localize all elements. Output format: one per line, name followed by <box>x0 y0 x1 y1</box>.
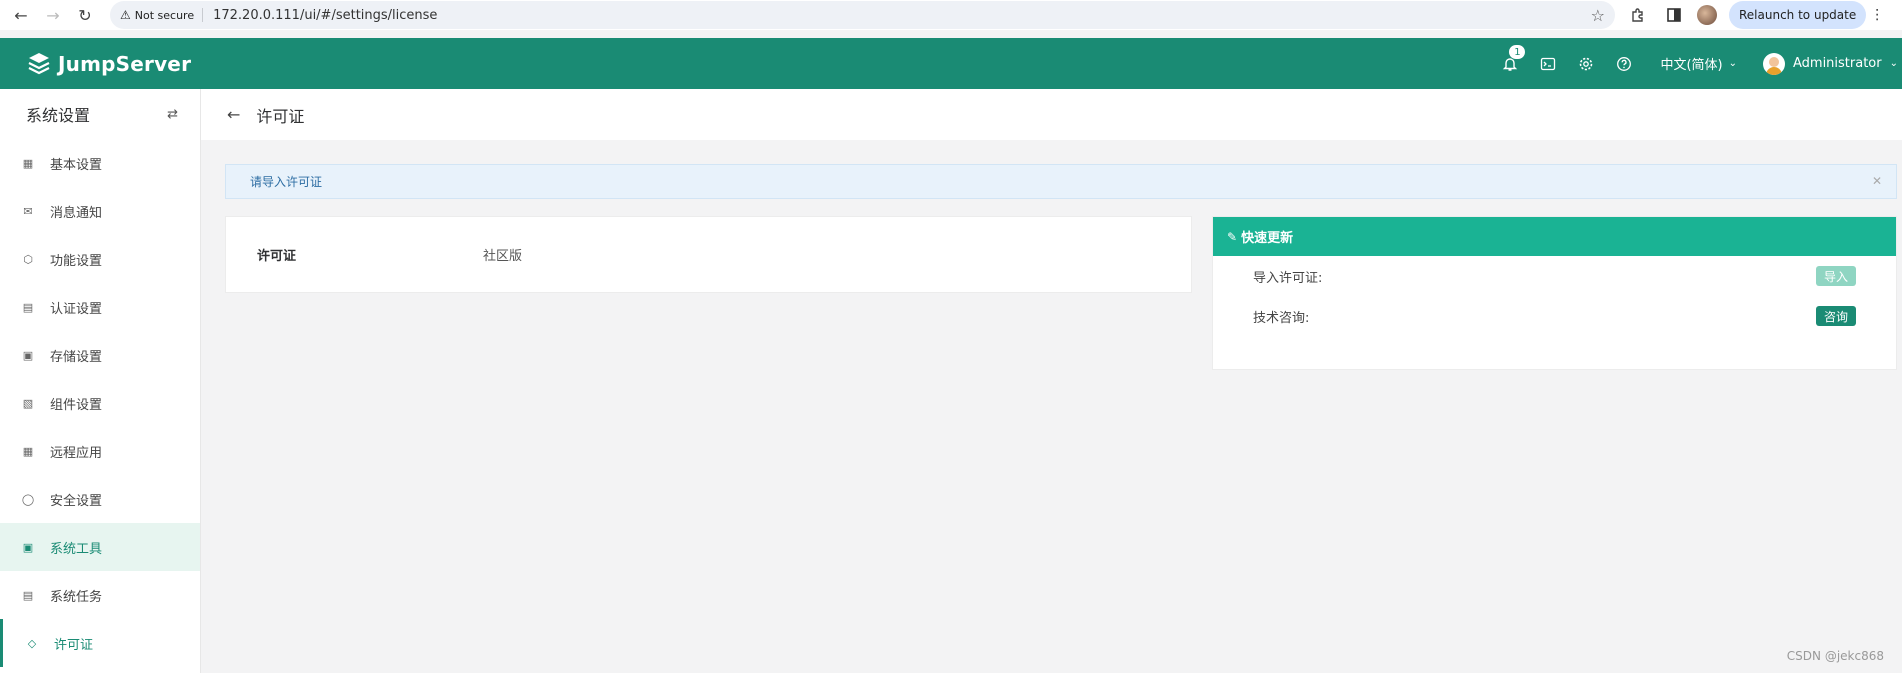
quick-update-card: ✎ 快速更新 导入许可证: 导入 技术咨询: 咨询 <box>1212 216 1897 370</box>
alert-text: 请导入许可证 <box>250 175 323 189</box>
license-card: 许可证 社区版 <box>225 216 1192 293</box>
forward-icon[interactable]: → <box>40 2 66 28</box>
help-icon[interactable] <box>1614 54 1634 74</box>
browser-toolbar: ← → ↻ ⚠ Not secure 172.20.0.111/ui/#/set… <box>0 0 1902 30</box>
sidebar-item-label: 安全设置 <box>50 493 103 509</box>
user-avatar <box>1762 52 1785 75</box>
sidebar-title: 系统设置 <box>26 106 91 125</box>
import-license-row: 导入许可证: 导入 <box>1213 256 1896 296</box>
sidebar-item-label: 组件设置 <box>50 397 103 413</box>
user-name: Administrator <box>1792 56 1882 71</box>
language-selector[interactable]: 中文(简体) ⌄ <box>1660 54 1737 73</box>
import-license-alert: 请导入许可证 ✕ <box>225 164 1897 199</box>
chevron-down-icon: ⌄ <box>1728 58 1737 69</box>
url-text[interactable]: 172.20.0.111/ui/#/settings/license <box>213 8 437 23</box>
user-menu[interactable]: Administrator ⌄ <box>1762 52 1898 75</box>
sidebar-item-components[interactable]: ▧ 组件设置 <box>0 379 200 427</box>
edit-icon: ✎ <box>1227 229 1238 244</box>
sidebar-item-features[interactable]: ⬡ 功能设置 <box>0 235 200 283</box>
swap-icon[interactable]: ⇄ <box>167 107 178 122</box>
toolbox-icon: ▣ <box>22 540 34 554</box>
grid-icon: ▦ <box>22 156 34 170</box>
back-icon[interactable]: ← <box>8 2 34 28</box>
extensions-icon[interactable] <box>1625 2 1651 28</box>
cube-icon: ⬡ <box>23 252 33 266</box>
license-value: 社区版 <box>483 249 523 264</box>
more-menu-icon[interactable]: ⋮ <box>1870 7 1884 23</box>
page-header: ← 许可证 <box>201 89 1902 140</box>
shield-icon: ◯ <box>21 492 35 506</box>
sidebar-header: 系统设置 ⇄ <box>0 89 200 139</box>
notification-badge: 1 <box>1508 43 1527 60</box>
sidebar-item-storage[interactable]: ▣ 存储设置 <box>0 331 200 379</box>
page-title: 许可证 <box>256 106 305 126</box>
close-icon[interactable]: ✕ <box>1872 174 1882 188</box>
apps-icon: ▦ <box>22 444 34 458</box>
sidebar-item-label: 远程应用 <box>50 445 103 461</box>
settings-gear-icon[interactable] <box>1576 54 1596 74</box>
sidebar-item-label: 系统任务 <box>50 589 103 605</box>
import-button[interactable]: 导入 <box>1815 266 1856 286</box>
bell-icon[interactable]: 1 <box>1500 43 1527 74</box>
reload-icon[interactable]: ↻ <box>72 2 98 28</box>
sidebar-item-tools[interactable]: ▣ 系统工具 <box>0 523 200 571</box>
side-panel-icon[interactable] <box>1661 2 1687 28</box>
license-label: 许可证 <box>257 249 297 264</box>
consult-row: 技术咨询: 咨询 <box>1213 296 1896 336</box>
sidebar-item-auth[interactable]: ▤ 认证设置 <box>0 283 200 331</box>
consult-label: 技术咨询: <box>1253 310 1310 326</box>
back-arrow-icon[interactable]: ← <box>227 105 240 124</box>
sidebar-item-label: 消息通知 <box>50 205 103 221</box>
task-icon: ▤ <box>22 588 34 602</box>
component-icon: ▧ <box>22 396 34 410</box>
sidebar-item-label: 存储设置 <box>50 349 103 365</box>
quick-update-title: 快速更新 <box>1241 231 1294 246</box>
chevron-down-icon: ⌄ <box>1889 58 1898 69</box>
sidebar-item-security[interactable]: ◯ 安全设置 <box>0 475 200 523</box>
security-label: Not secure <box>134 8 195 22</box>
message-icon: ✉ <box>23 204 33 218</box>
sidebar-item-messages[interactable]: ✉ 消息通知 <box>0 187 200 235</box>
sidebar: 系统设置 ⇄ ▦ 基本设置 ✉ 消息通知 ⬡ 功能设置 ▤ 认证设置 ▣ 存储设… <box>0 89 201 673</box>
address-bar[interactable]: ⚠ Not secure 172.20.0.111/ui/#/settings/… <box>110 1 1615 29</box>
jumpserver-logo-icon <box>28 52 50 74</box>
sidebar-item-basic[interactable]: ▦ 基本设置 <box>0 139 200 187</box>
sidebar-item-label: 基本设置 <box>50 157 103 173</box>
app-header: JumpServer 1 中文(简体) ⌄ Administrator ⌄ <box>0 38 1902 89</box>
consult-button[interactable]: 咨询 <box>1815 306 1856 326</box>
relaunch-button[interactable]: Relaunch to update <box>1729 1 1867 29</box>
quick-update-header: ✎ 快速更新 <box>1213 217 1896 256</box>
sidebar-item-license[interactable]: ◇ 许可证 <box>0 619 200 667</box>
security-indicator[interactable]: ⚠ Not secure <box>120 8 204 22</box>
warning-icon: ⚠ <box>120 8 131 22</box>
sidebar-item-label: 认证设置 <box>50 301 103 317</box>
diamond-icon: ◇ <box>27 636 37 650</box>
sidebar-item-remote-apps[interactable]: ▦ 远程应用 <box>0 427 200 475</box>
watermark: CSDN @jekc868 <box>1786 649 1884 663</box>
sidebar-item-label: 功能设置 <box>50 253 103 269</box>
sidebar-item-label: 系统工具 <box>50 541 103 557</box>
sidebar-item-label: 许可证 <box>54 637 94 653</box>
language-label: 中文(简体) <box>1660 58 1723 73</box>
bookmark-star-icon[interactable]: ☆ <box>1591 6 1605 25</box>
profile-avatar[interactable] <box>1697 5 1717 25</box>
terminal-icon[interactable] <box>1538 54 1558 74</box>
id-card-icon: ▤ <box>22 300 34 314</box>
logo-text: JumpServer <box>58 51 192 76</box>
storage-icon: ▣ <box>22 348 34 362</box>
import-license-label: 导入许可证: <box>1253 270 1323 286</box>
logo[interactable]: JumpServer <box>26 51 191 77</box>
sidebar-item-tasks[interactable]: ▤ 系统任务 <box>0 571 200 619</box>
